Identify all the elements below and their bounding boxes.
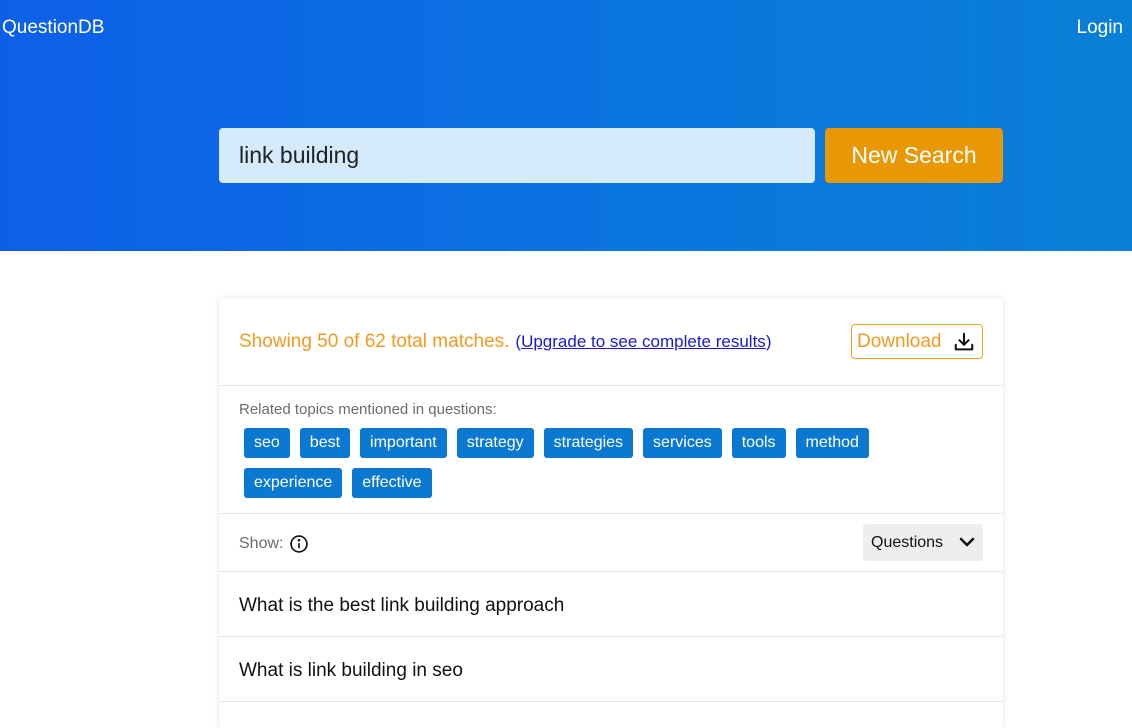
show-type-select[interactable]: Questions (863, 524, 983, 561)
search-input[interactable] (219, 128, 815, 183)
topic-tag-tools[interactable]: tools (731, 428, 786, 458)
hero-banner: QuestionDB Login New Search (0, 0, 1132, 251)
question-row[interactable]: What is the best link building approach (219, 572, 1003, 637)
download-button[interactable]: Download (851, 324, 983, 359)
show-filter: Show: (239, 534, 309, 554)
login-link[interactable]: Login (1077, 17, 1124, 39)
question-row[interactable]: What is link building in seo (219, 637, 1003, 702)
topic-tag-strategies[interactable]: strategies (543, 428, 634, 458)
results-header: Showing 50 of 62 total matches. (Upgrade … (219, 298, 1003, 386)
showing-count-text: Showing 50 of 62 total matches. (239, 331, 510, 352)
download-icon (954, 332, 974, 351)
topic-tag-important[interactable]: important (360, 428, 447, 458)
new-search-button[interactable]: New Search (825, 128, 1003, 183)
topic-tag-strategy[interactable]: strategy (456, 428, 534, 458)
related-topics: Related topics mentioned in questions: s… (219, 386, 1003, 514)
topic-tag-effective[interactable]: effective (352, 468, 432, 498)
info-icon[interactable] (289, 534, 309, 554)
results-summary: Showing 50 of 62 total matches. (Upgrade … (239, 331, 771, 353)
show-filter-row: Show: Questions (219, 514, 1003, 572)
topic-tag-method[interactable]: method (795, 428, 869, 458)
topic-tag-services[interactable]: services (643, 428, 722, 458)
upgrade-note: (Upgrade to see complete results) (515, 332, 771, 351)
topic-tag-experience[interactable]: experience (244, 468, 343, 498)
download-label: Download (857, 330, 942, 352)
topic-tag-seo[interactable]: seo (244, 428, 290, 458)
topic-tags: seo best important strategy strategies s… (244, 428, 944, 498)
related-topics-label: Related topics mentioned in questions: (239, 401, 497, 418)
show-type-value: Questions (871, 533, 944, 551)
topic-tag-best[interactable]: best (299, 428, 351, 458)
upgrade-paren-close: ) (765, 332, 772, 351)
brand-logo[interactable]: QuestionDB (2, 17, 104, 39)
show-label: Show: (239, 535, 284, 552)
results-card: Showing 50 of 62 total matches. (Upgrade … (219, 298, 1003, 728)
upgrade-link[interactable]: Upgrade to see complete results (521, 332, 766, 351)
chevron-down-icon (959, 537, 975, 547)
